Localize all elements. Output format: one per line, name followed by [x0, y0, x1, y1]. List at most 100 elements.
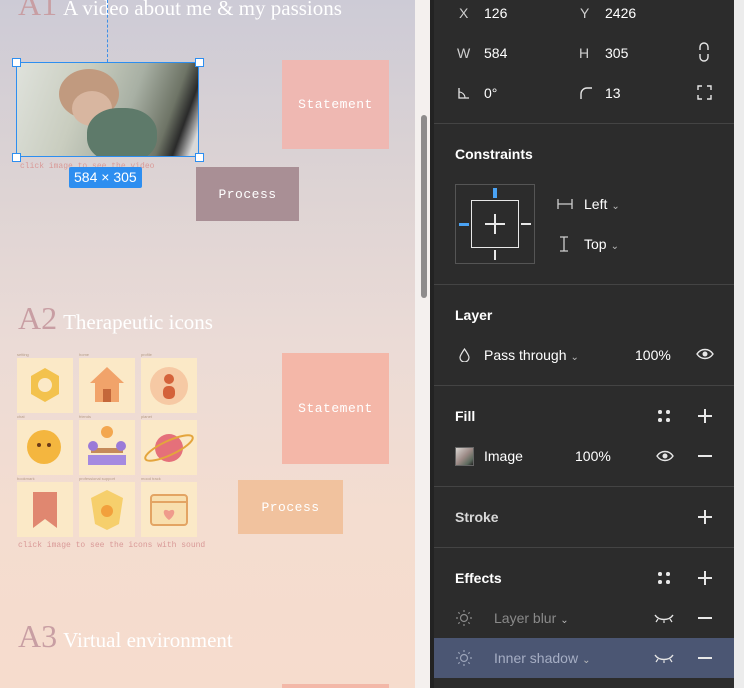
properties-panel: X 126 Y 2426 W 584 H 305 0° 13 Constrain… — [434, 0, 734, 688]
fill-title: Fill — [455, 408, 476, 424]
statement-box-a1[interactable]: Statement — [282, 60, 389, 149]
section-number: A1 — [18, 0, 58, 22]
icon-label: planet — [141, 414, 152, 419]
window-edge — [734, 0, 744, 688]
section-number: A2 — [18, 300, 58, 336]
independent-corners-icon[interactable] — [697, 85, 712, 100]
constrain-proportions-icon[interactable] — [698, 42, 710, 62]
icon-label: setting — [17, 352, 29, 357]
separator — [434, 385, 734, 386]
statement-box-a2[interactable]: Statement — [282, 353, 389, 464]
eye-closed-icon[interactable] — [654, 652, 674, 664]
effect-type-select-inner-shadow[interactable]: Inner shadow ⌄ — [494, 650, 590, 666]
separator — [434, 547, 734, 548]
planet-icon[interactable] — [141, 420, 197, 475]
remove-effect-minus-icon[interactable] — [698, 657, 712, 659]
w-label: W — [457, 45, 471, 61]
y-input[interactable]: 2426 — [605, 5, 636, 21]
eye-icon[interactable] — [696, 348, 714, 360]
section-heading-a2: A2 Therapeutic icons — [18, 300, 213, 337]
width-input[interactable]: 584 — [484, 45, 507, 61]
effect-type-select-layer-blur[interactable]: Layer blur ⌄ — [494, 610, 569, 626]
constraint-center[interactable] — [471, 200, 519, 248]
height-input[interactable]: 305 — [605, 45, 628, 61]
fill-styles-icon[interactable] — [658, 410, 670, 422]
resize-handle-top-left[interactable] — [12, 58, 21, 67]
selection-frame[interactable] — [16, 62, 199, 157]
sun-effect-icon[interactable] — [455, 649, 473, 667]
effects-title: Effects — [455, 570, 502, 586]
section-number: A3 — [18, 618, 58, 654]
process-box-a2[interactable]: Process — [238, 480, 343, 534]
icon-label: profile — [141, 352, 152, 357]
profile-icon[interactable] — [141, 358, 197, 413]
corner-radius-input[interactable]: 13 — [605, 85, 621, 101]
bookmark-icon[interactable] — [17, 482, 73, 537]
separator — [434, 284, 734, 285]
selection-size-badge: 584 × 305 — [69, 167, 142, 188]
resize-handle-bottom-right[interactable] — [195, 153, 204, 162]
eye-closed-icon[interactable] — [654, 612, 674, 624]
constraint-bottom-marker[interactable] — [494, 250, 496, 260]
canvas-scrollbar-track[interactable] — [415, 0, 430, 688]
constraint-left-marker[interactable] — [459, 223, 469, 226]
design-canvas[interactable]: A1 A video about me & my passions click i… — [0, 0, 430, 688]
measure-guide-line — [107, 0, 108, 62]
add-effect-plus-icon[interactable] — [698, 571, 712, 585]
remove-fill-minus-icon[interactable] — [698, 455, 712, 457]
settings-icon[interactable] — [17, 358, 73, 413]
section-title: A video about me & my passions — [63, 0, 342, 20]
statement-box-a3[interactable] — [282, 684, 389, 688]
icons-caption: click image to see the icons with sound — [18, 541, 206, 550]
constraints-widget[interactable] — [455, 184, 535, 264]
icon-label: home — [79, 352, 90, 357]
stroke-title: Stroke — [455, 509, 499, 525]
constraint-top-marker[interactable] — [493, 188, 497, 198]
process-box-a1[interactable]: Process — [196, 167, 299, 221]
section-heading-a3: A3 Virtual environment — [18, 618, 233, 655]
remove-effect-minus-icon[interactable] — [698, 617, 712, 619]
icon-label: professional support — [79, 476, 116, 481]
x-label: X — [459, 5, 469, 21]
section-title: Therapeutic icons — [63, 310, 213, 334]
sun-effect-icon[interactable] — [455, 609, 473, 627]
blend-mode-select[interactable]: Pass through ⌄ — [484, 347, 579, 363]
y-label: Y — [580, 5, 590, 21]
constraints-title: Constraints — [455, 146, 533, 162]
separator — [434, 123, 734, 124]
x-input[interactable]: 126 — [484, 5, 507, 21]
resize-handle-top-right[interactable] — [195, 58, 204, 67]
layer-title: Layer — [455, 307, 493, 323]
rotation-icon — [458, 88, 469, 99]
icon-label: friends — [79, 414, 92, 419]
rotation-input[interactable]: 0° — [484, 85, 497, 101]
add-fill-plus-icon[interactable] — [698, 409, 712, 423]
chat-icon[interactable] — [17, 420, 73, 475]
fill-opacity-input[interactable]: 100% — [575, 448, 611, 464]
mood-track-icon[interactable] — [141, 482, 197, 537]
constraint-right-marker[interactable] — [521, 223, 531, 225]
h-label: H — [579, 45, 590, 61]
effect-styles-icon[interactable] — [658, 572, 670, 584]
add-stroke-plus-icon[interactable] — [698, 510, 712, 524]
icon-label: mood track — [141, 476, 161, 481]
icon-grid[interactable]: setting home profile chat friends planet… — [17, 352, 197, 540]
vertical-constraint-select[interactable]: Top ⌄ — [584, 236, 619, 252]
icon-label: bookmark — [17, 476, 35, 481]
resize-handle-bottom-left[interactable] — [12, 153, 21, 162]
eye-icon[interactable] — [656, 450, 674, 462]
horizontal-constraint-select[interactable]: Left ⌄ — [584, 196, 620, 212]
vertical-constraint-icon — [560, 236, 568, 252]
friends-icon[interactable] — [79, 420, 135, 475]
fill-type-label[interactable]: Image — [484, 448, 523, 464]
horizontal-constraint-icon — [557, 199, 573, 209]
support-icon[interactable] — [79, 482, 135, 537]
fill-image-swatch[interactable] — [455, 447, 474, 466]
canvas-scrollbar-thumb[interactable] — [421, 115, 427, 298]
corner-radius-icon — [580, 87, 592, 99]
layer-opacity-input[interactable]: 100% — [635, 347, 671, 363]
section-heading-a1: A1 A video about me & my passions — [18, 0, 342, 23]
home-icon[interactable] — [79, 358, 135, 413]
separator — [434, 486, 734, 487]
blend-mode-icon — [459, 348, 470, 362]
